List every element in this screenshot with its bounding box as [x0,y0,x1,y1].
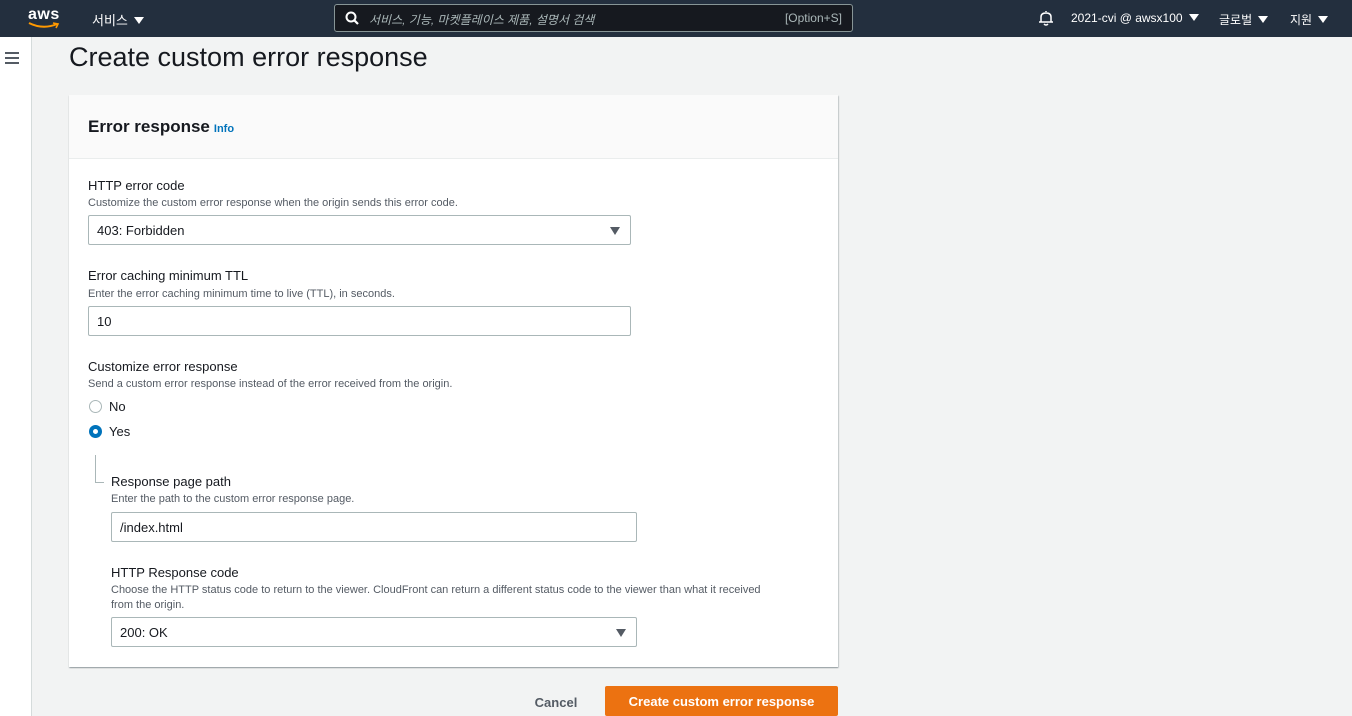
chevron-down-icon [133,17,144,25]
ttl-input[interactable]: 10 [88,306,631,336]
caret-down-icon [616,629,626,637]
ttl-description: Enter the error caching minimum time to … [88,288,395,300]
page-title: Create custom error response [69,42,428,72]
customize-error-description: Send a custom error response instead of … [88,378,453,390]
chevron-down-icon [1188,14,1199,22]
http-response-code-label: HTTP Response code [111,565,239,580]
support-menu-label: 지원 [1290,13,1313,27]
customize-no-label[interactable]: No [109,399,126,414]
search-shortcut: [Option+S] [784,11,842,25]
http-error-code-select[interactable]: 403: Forbidden [88,215,631,245]
nested-indicator-line [95,482,104,483]
services-menu-label: 서비스 [92,13,128,28]
menu-icon[interactable] [5,52,19,64]
cancel-button[interactable]: Cancel [521,689,591,716]
region-menu[interactable]: 글로벌 [1219,11,1269,28]
http-error-code-description: Customize the custom error response when… [88,197,458,209]
support-menu[interactable]: 지원 [1290,11,1329,28]
account-menu-label: 2021-cvi @ awsx100 [1071,11,1183,25]
chevron-down-icon [1258,16,1269,24]
services-menu[interactable]: 서비스 [92,10,144,29]
ttl-label: Error caching minimum TTL [88,268,249,283]
search-placeholder: 서비스, 기능, 마켓플레이스 제품, 설명서 검색 [369,13,595,27]
side-navigation-rail [0,37,32,716]
customize-error-label: Customize error response [88,359,238,374]
http-error-code-value: 403: Forbidden [97,223,185,238]
http-error-code-label: HTTP error code [88,178,185,193]
bell-icon[interactable] [1037,9,1055,27]
top-navigation: aws 서비스 서비스, 기능, 마켓플레이스 제품, 설명서 검색 [Opti… [0,0,1352,37]
aws-smile-icon [28,22,60,29]
create-custom-error-response-button[interactable]: Create custom error response [605,686,838,716]
response-page-path-description: Enter the path to the custom error respo… [111,493,355,505]
panel-title: Error response Info [88,117,234,137]
chevron-down-icon [1318,16,1329,24]
http-response-code-select[interactable]: 200: OK [111,617,637,647]
account-menu[interactable]: 2021-cvi @ awsx100 [1071,11,1199,25]
info-link[interactable]: Info [214,123,234,135]
customize-no-radio[interactable] [89,400,102,413]
region-menu-label: 글로벌 [1219,13,1253,27]
search-icon [345,11,359,25]
http-response-code-description-cont: from the origin. [111,599,185,611]
customize-yes-radio[interactable] [89,425,102,438]
panel-header: Error response Info [69,95,838,159]
response-page-path-label: Response page path [111,474,231,489]
customize-yes-label[interactable]: Yes [109,424,130,439]
http-response-code-description: Choose the HTTP status code to return to… [111,584,761,596]
response-page-path-input[interactable]: /index.html [111,512,637,542]
http-response-code-value: 200: OK [120,625,168,640]
caret-down-icon [610,227,620,235]
aws-logo[interactable]: aws [26,6,62,30]
nested-indicator-line [95,455,96,482]
search-input[interactable]: 서비스, 기능, 마켓플레이스 제품, 설명서 검색 [Option+S] [334,4,853,32]
panel-title-text: Error response [88,117,210,136]
